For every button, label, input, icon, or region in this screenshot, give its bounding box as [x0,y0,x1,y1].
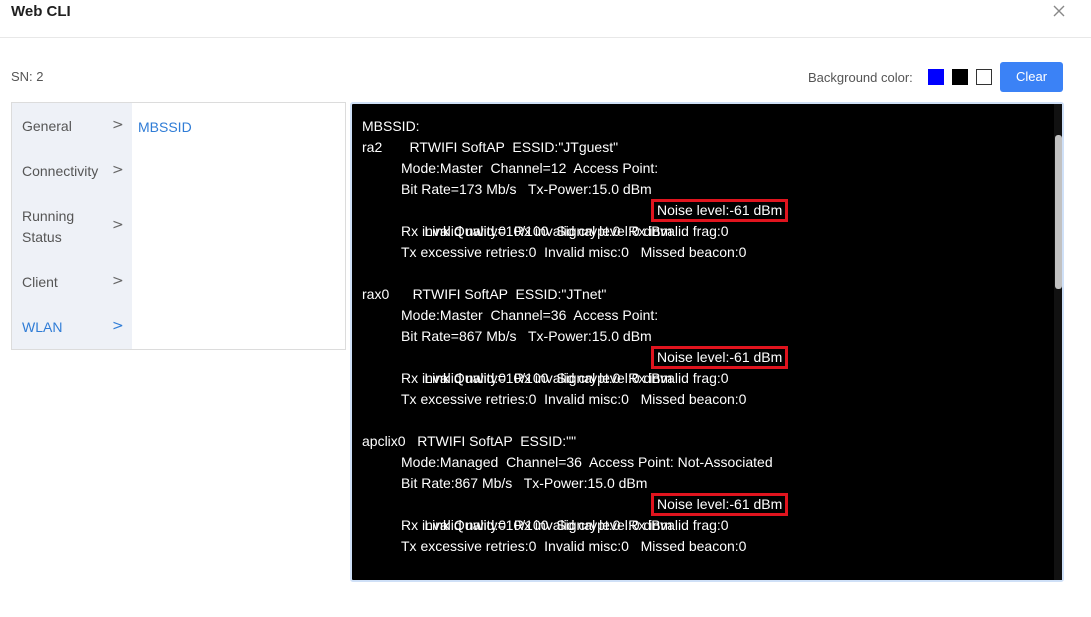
interface-header: ra2 RTWIFI SoftAP ESSID:"JTguest" [362,139,619,155]
chevron-right-icon: > [112,117,124,133]
command-nav: General > Connectivity > Running Status … [11,102,346,350]
interface-mode-line: Mode:Managed Channel=36 Access Point: No… [401,454,773,470]
nav-item-client[interactable]: Client > [12,272,132,293]
nav-item-connectivity[interactable]: Connectivity > [12,161,132,182]
dialog-title: Web CLI [11,3,71,20]
noise-level-highlight: Noise level:-61 dBm [651,346,789,369]
nav-item-label: Running Status [22,208,75,245]
output-heading: MBSSID: [362,118,420,134]
chevron-right-icon: > [112,318,124,334]
chevron-right-icon: > [112,273,124,289]
dialog-header: Web CLI [0,0,1091,38]
nav-item-general[interactable]: General > [12,116,132,137]
serial-number: SN: 2 [11,69,44,84]
interface-tx-line: Tx excessive retries:0 Invalid misc:0 Mi… [401,538,747,554]
interface-bitrate-line: Bit Rate=173 Mb/s Tx-Power:15.0 dBm [401,181,652,197]
interface-header: rax0 RTWIFI SoftAP ESSID:"JTnet" [362,286,607,302]
interface-link-line: Link Quality=10/100 Signal level:0 dBm N… [401,199,789,239]
interface-rx-line: Rx invalid nwid:0 Rx invalid crypt:0 Rx … [401,370,729,386]
nav-subitem-mbssid[interactable]: MBSSID [138,119,192,135]
background-color-black-swatch[interactable] [952,69,968,85]
terminal-scrollbar-thumb[interactable] [1055,135,1062,289]
clear-button[interactable]: Clear [1000,62,1063,92]
interface-rx-line: Rx invalid nwid:0 Rx invalid crypt:0 Rx … [401,517,729,533]
interface-mode-line: Mode:Master Channel=12 Access Point: [401,160,659,176]
nav-item-label: Connectivity [22,163,99,179]
nav-item-label: General [22,118,72,134]
interface-link-line: Link Quality=10/100 Signal level:0 dBm N… [401,346,789,386]
nav-category-list: General > Connectivity > Running Status … [12,103,132,349]
interface-link-line: Link Quality=10/100 Signal level:0 dBm N… [401,493,789,533]
close-icon [1053,5,1065,17]
noise-level-highlight: Noise level:-61 dBm [651,493,789,516]
nav-item-running-status[interactable]: Running Status > [12,206,132,248]
nav-item-label: WLAN [22,319,63,335]
close-button[interactable] [1050,2,1068,20]
interface-mode-line: Mode:Master Channel=36 Access Point: [401,307,659,323]
background-color-white-swatch[interactable] [976,69,992,85]
nav-item-label: Client [22,274,58,290]
interface-rx-line: Rx invalid nwid:0 Rx invalid crypt:0 Rx … [401,223,729,239]
interface-tx-line: Tx excessive retries:0 Invalid misc:0 Mi… [401,244,747,260]
background-color-blue-swatch[interactable] [928,69,944,85]
chevron-right-icon: > [112,162,124,178]
nav-item-wlan[interactable]: WLAN > [12,317,132,338]
cli-output-terminal[interactable]: MBSSID: ra2 RTWIFI SoftAP ESSID:"JTguest… [350,102,1064,582]
interface-header: apclix0 RTWIFI SoftAP ESSID:"" [362,433,577,449]
noise-level-highlight: Noise level:-61 dBm [651,199,789,222]
interface-bitrate-line: Bit Rate=867 Mb/s Tx-Power:15.0 dBm [401,328,652,344]
interface-bitrate-line: Bit Rate:867 Mb/s Tx-Power:15.0 dBm [401,475,648,491]
chevron-right-icon: > [112,217,124,233]
interface-tx-line: Tx excessive retries:0 Invalid misc:0 Mi… [401,391,747,407]
background-color-label: Background color: [808,70,913,85]
